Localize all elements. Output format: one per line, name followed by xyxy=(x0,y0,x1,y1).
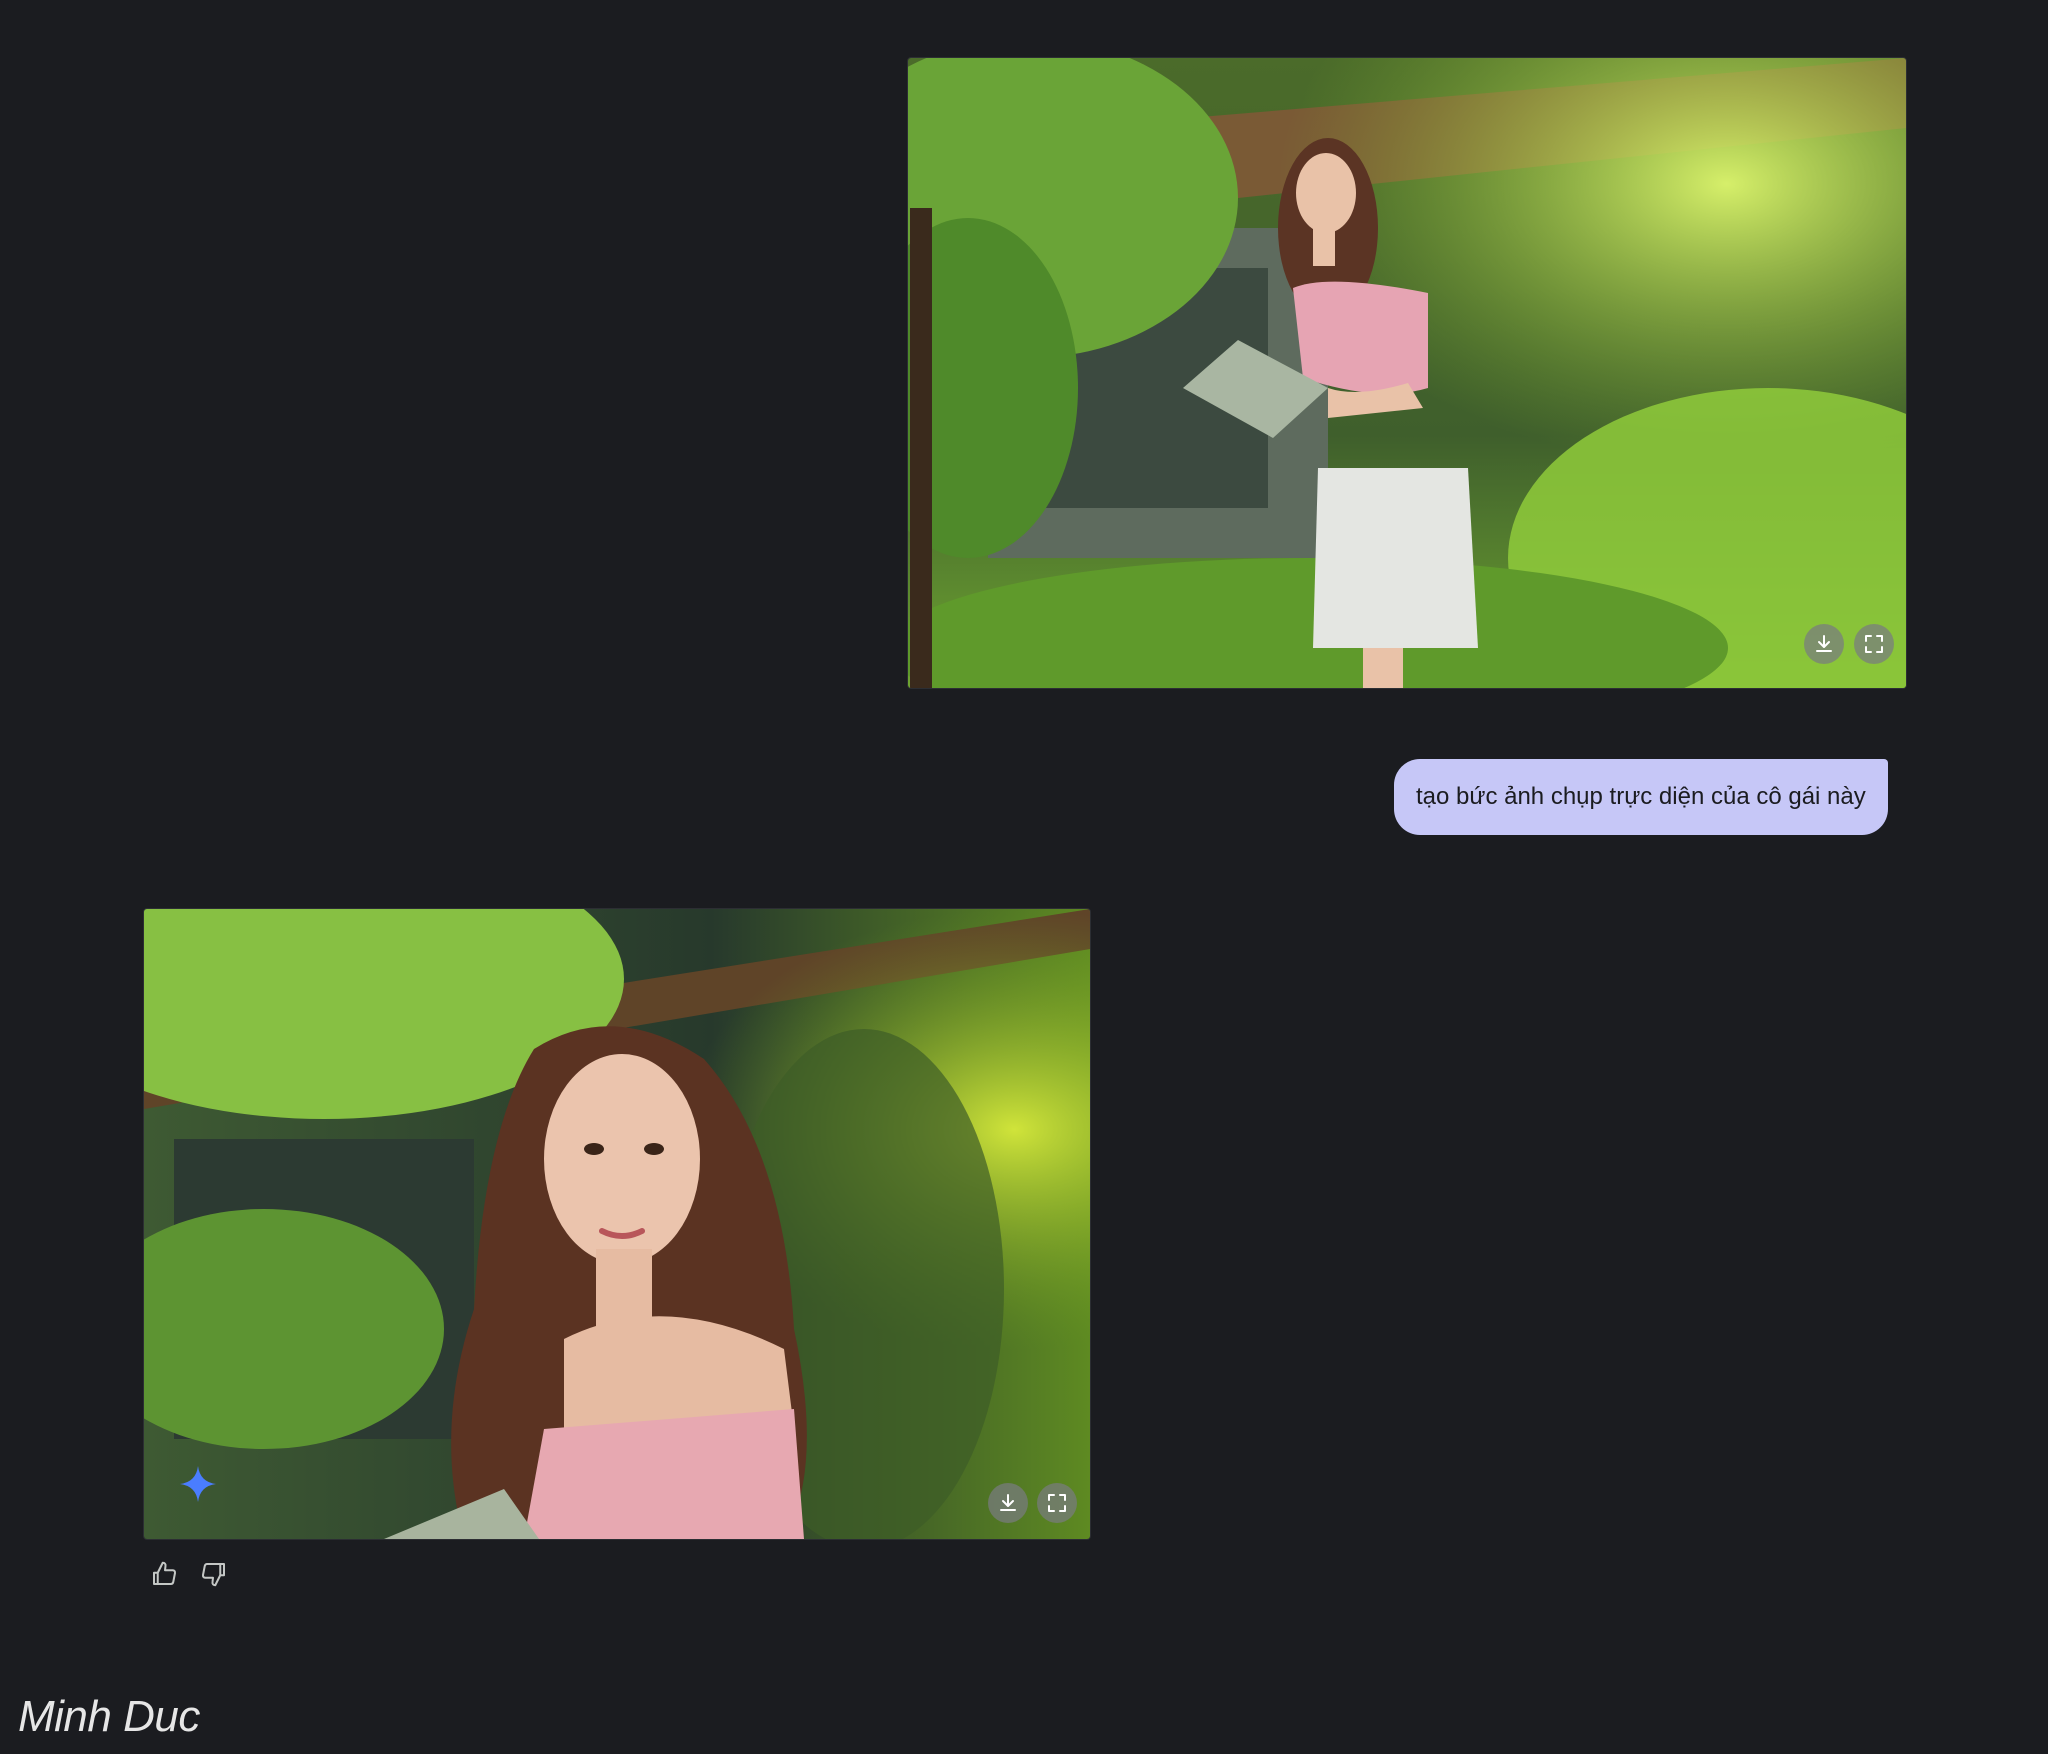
fullscreen-button[interactable] xyxy=(1037,1483,1077,1523)
user-prompt-bubble: tạo bức ảnh chụp trực diện của cô gái nà… xyxy=(1394,759,1888,835)
thumbs-up-icon xyxy=(153,1561,177,1585)
user-uploaded-image[interactable] xyxy=(907,57,1907,689)
fullscreen-icon xyxy=(1048,1494,1066,1512)
download-button[interactable] xyxy=(988,1483,1028,1523)
user-prompt-text: tạo bức ảnh chụp trực diện của cô gái nà… xyxy=(1416,783,1866,810)
download-icon xyxy=(1816,635,1832,652)
download-icon xyxy=(1000,1494,1016,1511)
fullscreen-button[interactable] xyxy=(1854,624,1894,664)
watermark: Minh Duc xyxy=(18,1692,200,1741)
user-photo-scene xyxy=(908,58,1906,688)
thumbs-down-icon xyxy=(201,1563,225,1587)
fullscreen-icon xyxy=(1865,635,1883,653)
thumbs-up-button[interactable] xyxy=(146,1556,182,1592)
sparkle-icon xyxy=(180,1466,216,1502)
response-feedback xyxy=(146,1556,232,1592)
generated-photo-scene xyxy=(144,909,1090,1539)
generated-image[interactable] xyxy=(143,908,1091,1540)
download-button[interactable] xyxy=(1804,624,1844,664)
chat-page: tạo bức ảnh chụp trực diện của cô gái nà… xyxy=(0,0,2048,1754)
thumbs-down-button[interactable] xyxy=(196,1556,232,1592)
